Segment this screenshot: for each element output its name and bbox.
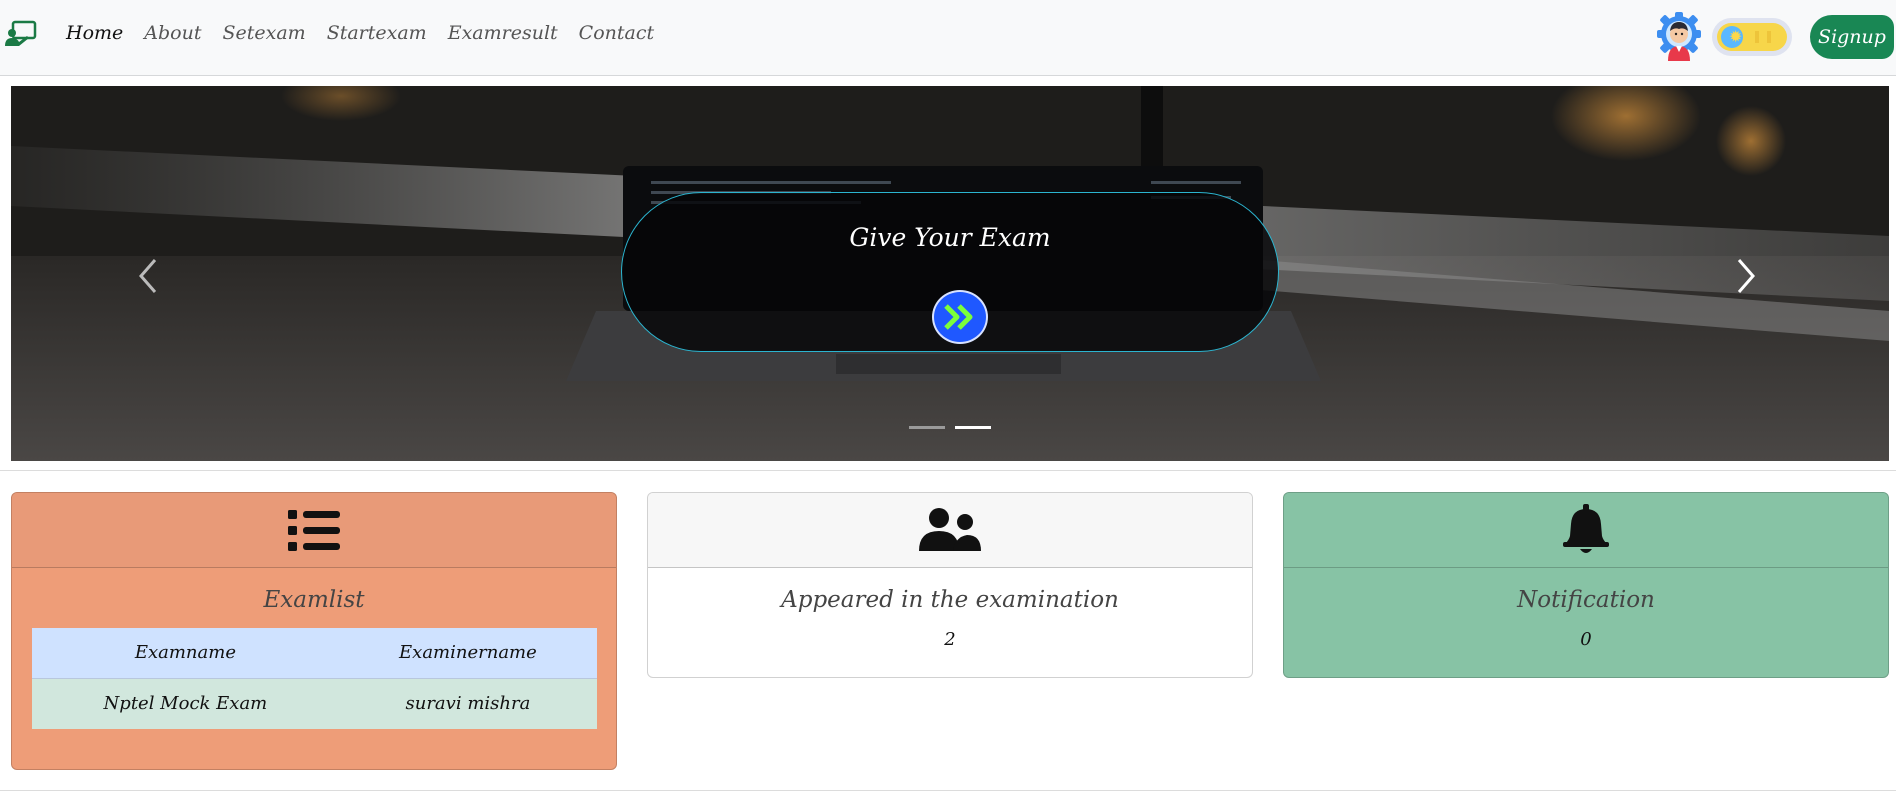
footer-divider (0, 790, 1896, 791)
carousel-indicator-1[interactable] (909, 426, 945, 429)
examlist-card-header (12, 493, 616, 568)
toggle-track: ✹ (1717, 23, 1787, 51)
nav-link-examresult[interactable]: Examresult (448, 22, 558, 44)
hero-carousel: Give Your Exam (11, 86, 1889, 461)
notification-title: Notification (1517, 587, 1655, 613)
cell-examinername: suravi mishra (338, 678, 597, 729)
nav-menu: Home About Setexam Startexam Examresult … (66, 22, 675, 44)
column-header-examname: Examname (32, 628, 339, 679)
hero-caption-title: Give Your Exam (849, 223, 1051, 252)
cell-examname: Nptel Mock Exam (32, 678, 339, 729)
column-header-examinername: Examinername (338, 628, 597, 679)
notification-card-header (1284, 493, 1888, 568)
appeared-title: Appeared in the examination (781, 587, 1119, 613)
table-header-row: Examname Examinername (32, 628, 597, 679)
examlist-table: Examname Examinername Nptel Mock Exam su… (32, 628, 597, 729)
notification-count: 0 (1580, 629, 1592, 650)
appeared-card-header (648, 493, 1252, 568)
carousel-next-button[interactable] (1731, 256, 1761, 296)
carousel-indicator-2[interactable] (955, 426, 991, 429)
section-divider (0, 470, 1896, 471)
double-chevron-right-icon (944, 304, 973, 330)
nav-link-contact[interactable]: Contact (579, 22, 654, 44)
nav-link-home[interactable]: Home (66, 22, 123, 44)
carousel-prev-button[interactable] (135, 256, 165, 296)
examlist-title: Examlist (263, 587, 365, 613)
hero-caption: Give Your Exam (621, 192, 1279, 352)
bell-icon (1563, 504, 1609, 553)
notification-card: Notification 0 (1283, 492, 1889, 678)
chevron-right-icon (1737, 259, 1755, 293)
start-exam-button[interactable] (932, 290, 988, 344)
appeared-count: 2 (944, 629, 956, 650)
theme-toggle[interactable]: ✹ (1712, 18, 1792, 56)
nav-link-startexam[interactable]: Startexam (327, 22, 427, 44)
appeared-card: Appeared in the examination 2 (647, 492, 1253, 678)
table-row: Nptel Mock Exam suravi mishra (32, 678, 597, 729)
nav-link-setexam[interactable]: Setexam (222, 22, 305, 44)
examlist-card: Examlist Examname Examinername Nptel Moc… (11, 492, 617, 770)
users-icon (919, 508, 981, 551)
classroom-icon[interactable] (5, 20, 37, 48)
chevron-left-icon (139, 259, 157, 293)
navbar: Home About Setexam Startexam Examresult … (0, 0, 1896, 76)
pause-bars-icon (1755, 31, 1771, 43)
sun-toggle-icon: ✹ (1721, 26, 1743, 48)
nav-link-about[interactable]: About (144, 22, 201, 44)
signup-button[interactable]: Signup (1810, 15, 1894, 59)
user-gear-icon[interactable] (1655, 10, 1703, 62)
list-icon (288, 510, 340, 551)
